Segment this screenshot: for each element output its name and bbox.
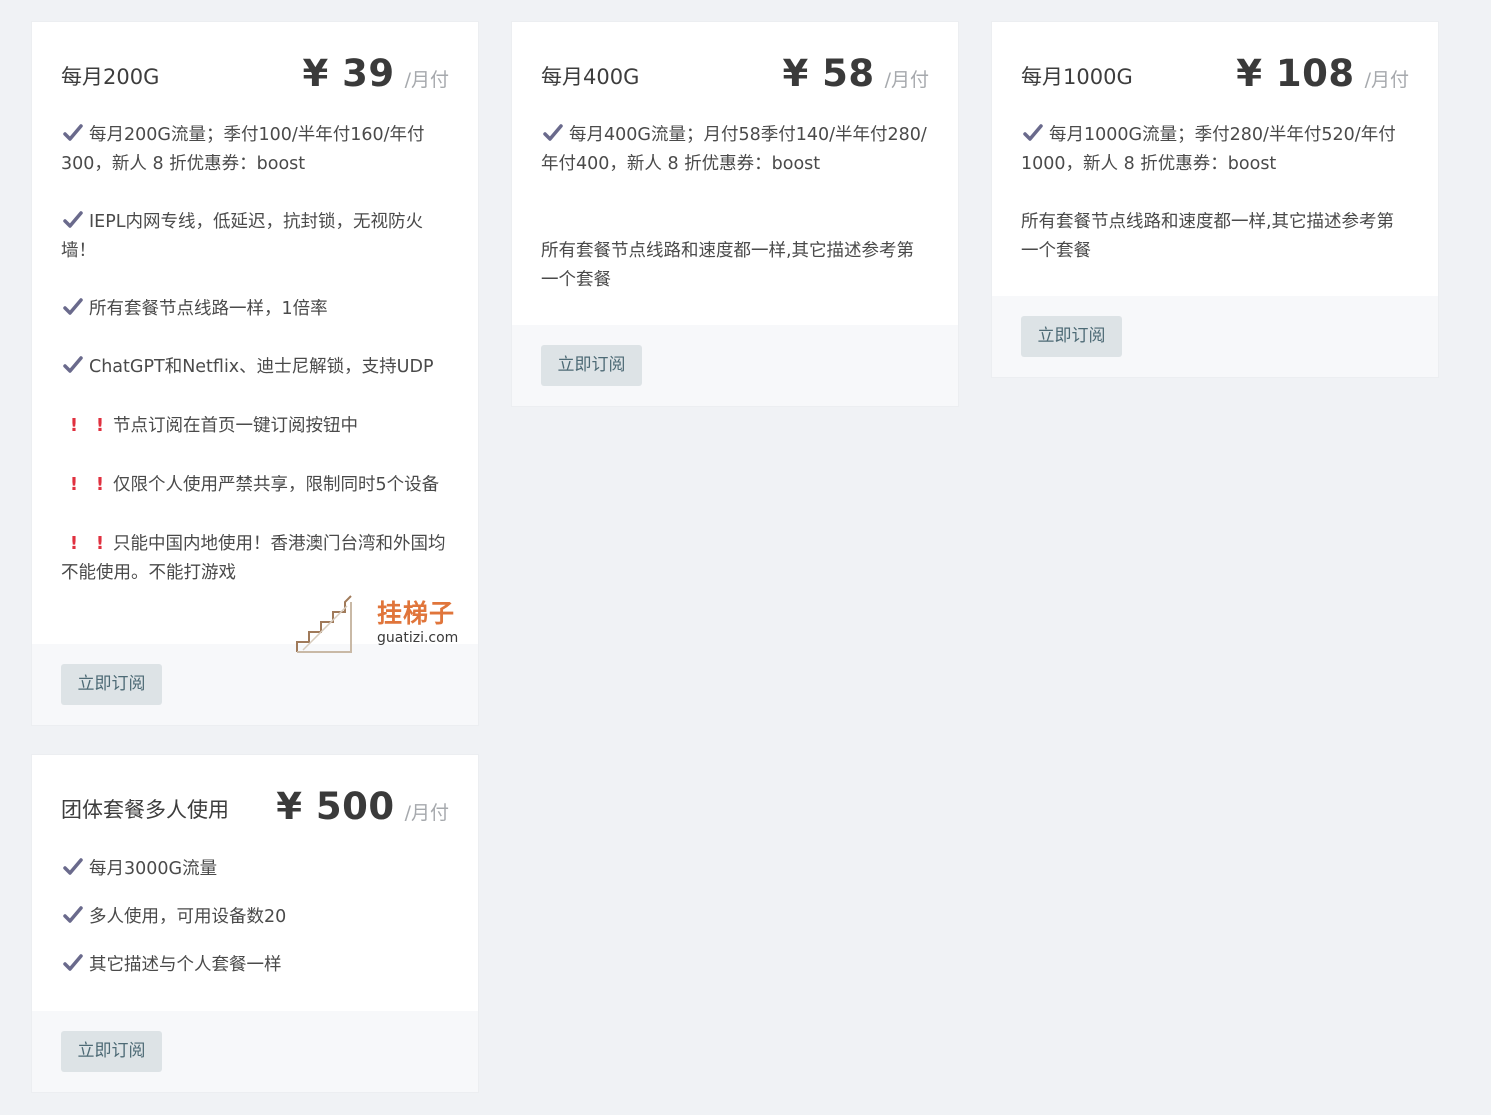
plan-period: /月付 [1364,69,1409,91]
check-icon [63,356,83,373]
feature-item: 其它描述与个人套餐一样 [61,941,449,989]
plan-price: ¥ 39 [302,52,395,95]
subscribe-button[interactable]: 立即订阅 [61,664,162,705]
watermark-logo: 挂梯子 guatizi.com [293,592,463,656]
card-footer: 立即订阅 [992,296,1438,377]
feature-item: !! 仅限个人使用严禁共享，限制同时5个设备 [61,470,449,500]
feature-item: 每月400G流量；月付58季付140/半年付280/年付400，新人 8 折优惠… [541,124,927,174]
plan-name: 每月1000G [1021,65,1133,89]
feature-item: 所有套餐节点线路和速度都一样,其它描述参考第一个套餐 [1021,212,1395,261]
alert-icon: ! [95,474,105,495]
plan-period: /月付 [404,802,449,824]
plan-price: ¥ 108 [1236,52,1355,95]
card-footer: 立即订阅 [32,1011,478,1092]
plan-card-400g: 每月400G ¥ 58/月付 每月400G流量；月付58季付140/半年付280… [511,21,959,407]
subscribe-button[interactable]: 立即订阅 [61,1031,162,1072]
feature-item: 多人使用，可用设备数20 [61,893,449,941]
alert-icon: ! [95,533,105,554]
check-icon [63,858,83,875]
feature-item: 每月200G流量；季付100/半年付160/年付300，新人 8 折优惠券：bo… [61,124,425,174]
check-icon [543,124,563,141]
plan-name: 团体套餐多人使用 [61,798,229,822]
plan-description: 每月200G流量；季付100/半年付160/年付300，新人 8 折优惠券：bo… [61,121,449,588]
stairs-icon [296,595,352,653]
plan-card-1000g: 每月1000G ¥ 108/月付 每月1000G流量；季付280/半年付520/… [991,21,1439,378]
alert-icon: ! [69,415,79,436]
plan-name: 每月400G [541,65,640,89]
card-footer: 立即订阅 [32,644,478,725]
feature-item: ChatGPT和Netflix、迪士尼解锁，支持UDP [61,353,449,382]
plan-description: 每月1000G流量；季付280/半年付520/年付1000，新人 8 折优惠券：… [1021,121,1409,266]
feature-item: 所有套餐节点线路和速度都一样,其它描述参考第一个套餐 [541,241,915,290]
plan-name: 每月200G [61,65,160,89]
check-icon [1023,124,1043,141]
card-footer: 立即订阅 [512,325,958,406]
subscribe-button[interactable]: 立即订阅 [541,345,642,386]
feature-item: 所有套餐节点线路一样，1倍率 [61,295,449,324]
feature-item: !! 节点订阅在首页一键订阅按钮中 [61,411,449,441]
alert-icon: ! [69,533,79,554]
plan-period: /月付 [404,69,449,91]
check-icon [63,298,83,315]
alert-icon: ! [69,474,79,495]
plan-period: /月付 [884,69,929,91]
plan-card-group: 团体套餐多人使用 ¥ 500/月付 每月3000G流量 多人使用，可用设备数20… [31,754,479,1093]
alert-icon: ! [95,415,105,436]
check-icon [63,211,83,228]
feature-item: IEPL内网专线，低延迟，抗封锁，无视防火墙！ [61,211,424,261]
check-icon [63,124,83,141]
plan-description: 每月3000G流量 多人使用，可用设备数20 其它描述与个人套餐一样 [61,845,449,989]
subscribe-button[interactable]: 立即订阅 [1021,316,1122,357]
feature-item: 每月1000G流量；季付280/半年付520/年付1000，新人 8 折优惠券：… [1021,124,1396,174]
feature-item: 每月3000G流量 [61,845,449,893]
check-icon [63,906,83,923]
plan-description: 每月400G流量；月付58季付140/半年付280/年付400，新人 8 折优惠… [541,121,929,295]
plan-price: ¥ 58 [782,52,875,95]
check-icon [63,954,83,971]
plan-price: ¥ 500 [276,785,395,828]
feature-item: !! 只能中国内地使用！香港澳门台湾和外国均不能使用。不能打游戏 [61,529,449,588]
